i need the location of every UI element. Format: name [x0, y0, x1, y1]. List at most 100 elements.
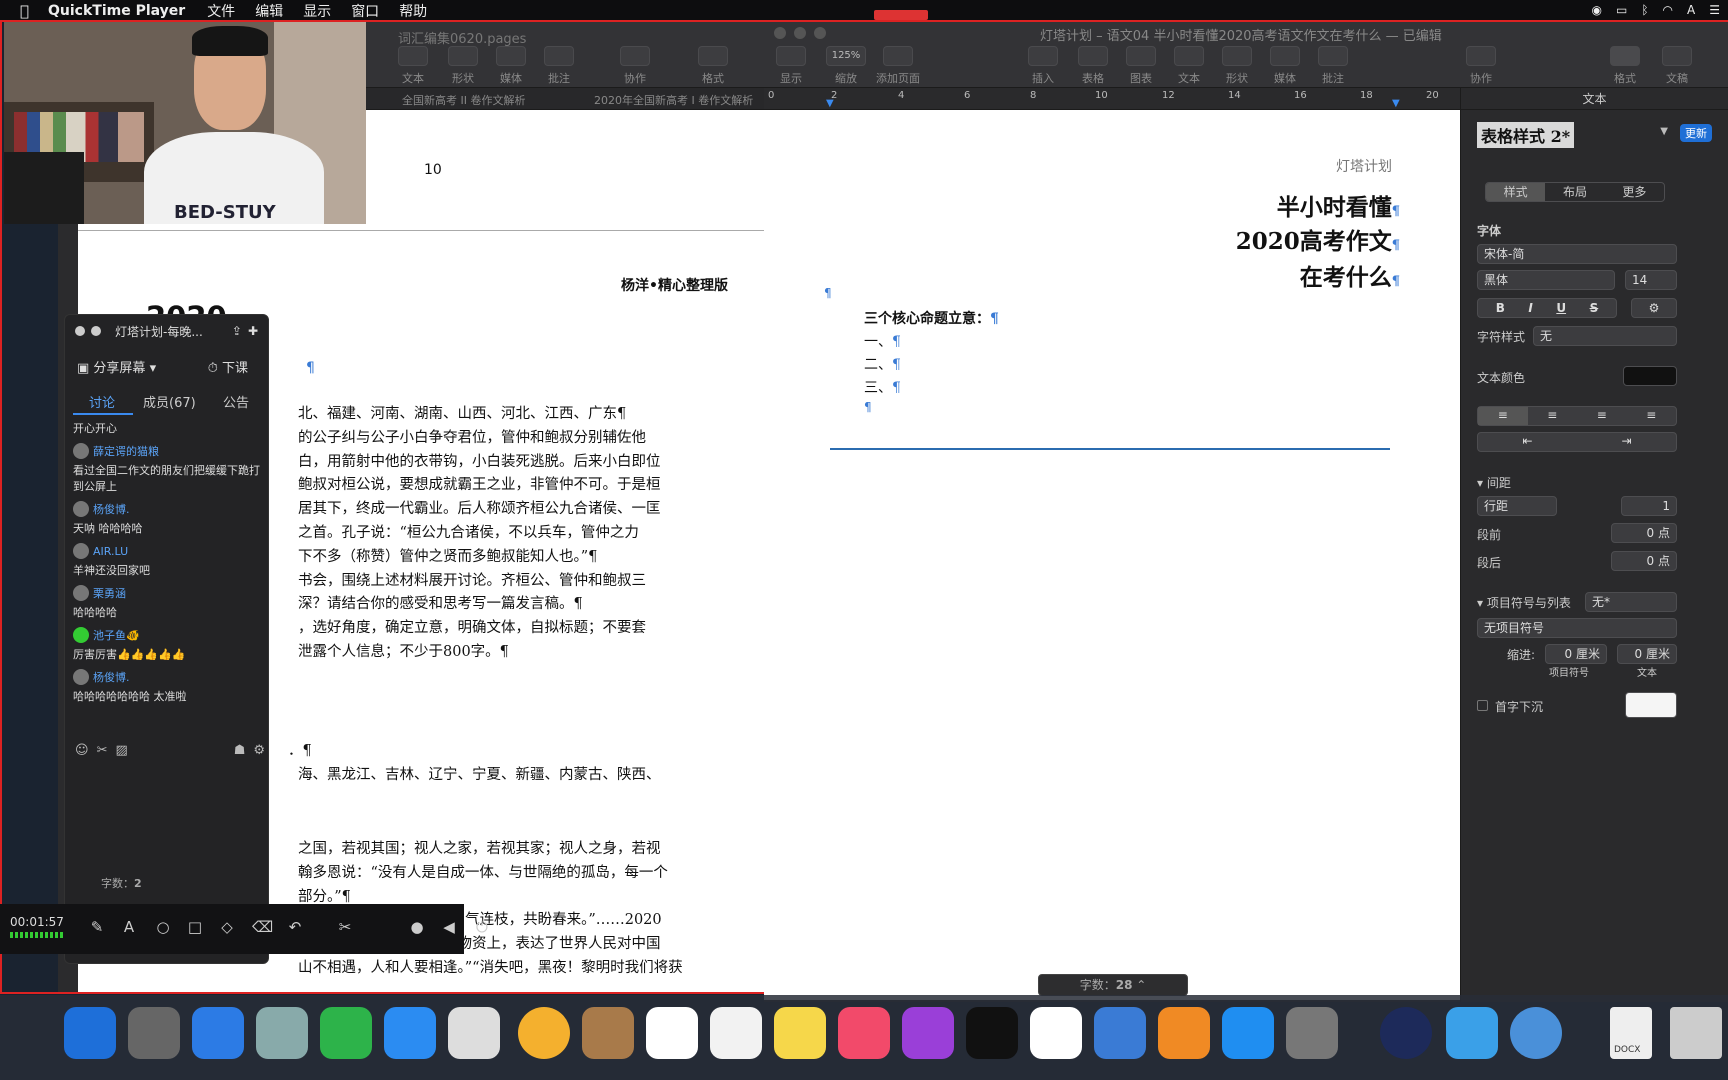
menu-help[interactable]: 帮助: [399, 1, 427, 21]
emoji-icon[interactable]: ☺: [75, 743, 89, 763]
share-screen-button[interactable]: ▣ 分享屏幕 ▾: [77, 357, 156, 376]
bullet-indent-field[interactable]: 0 厘米: [1545, 644, 1607, 664]
tab-layout[interactable]: 布局: [1545, 183, 1604, 201]
gear-icon[interactable]: ⚙: [1631, 298, 1677, 318]
font-size-field[interactable]: 14: [1625, 270, 1677, 290]
reminders-icon[interactable]: [710, 1007, 762, 1059]
webcam-overlay[interactable]: BED-STUY: [4, 22, 366, 224]
bullets-section[interactable]: ▾ 项目符号与列表: [1477, 594, 1571, 611]
message-list[interactable]: 开心开心 薛定谔的猫粮 看过全国二作文的朋友们把缓缓下跪打到公屏上 杨俊博. 天呐 …: [73, 415, 263, 725]
keynote-icon[interactable]: [1094, 1007, 1146, 1059]
font-family-select[interactable]: 宋体-简: [1477, 244, 1677, 264]
share-out-icon[interactable]: ⇪: [232, 324, 242, 338]
text-tool-icon[interactable]: A: [120, 918, 138, 936]
maps-icon[interactable]: [448, 1007, 500, 1059]
space-before-field[interactable]: 0 点: [1611, 523, 1677, 543]
safari-icon[interactable]: [192, 1007, 244, 1059]
shape-button[interactable]: 形状: [448, 46, 478, 86]
avatar[interactable]: [73, 543, 89, 559]
chart-button[interactable]: 图表: [1126, 46, 1156, 86]
quicktime-icon[interactable]: [1380, 1007, 1432, 1059]
add-page-button[interactable]: 添加页面: [876, 46, 920, 86]
facetime-icon[interactable]: [320, 1007, 372, 1059]
media-button[interactable]: 媒体: [1270, 46, 1300, 86]
font-weight-select[interactable]: 黑体: [1477, 270, 1615, 290]
dropcap-style-select[interactable]: [1625, 692, 1677, 718]
avatar[interactable]: [73, 443, 89, 459]
input-method-icon[interactable]: A: [1687, 3, 1695, 17]
text-color-well[interactable]: [1623, 366, 1677, 386]
finder-icon[interactable]: [64, 1007, 116, 1059]
zoom-window-icon[interactable]: [814, 27, 826, 39]
align-right-icon[interactable]: ≡: [1577, 407, 1627, 425]
text-button[interactable]: 文本: [1174, 46, 1204, 86]
apple-icon[interactable]: : [20, 2, 38, 20]
tv-icon[interactable]: [966, 1007, 1018, 1059]
menu-edit[interactable]: 编辑: [255, 1, 283, 21]
text-button[interactable]: 文本: [398, 46, 428, 86]
justify-icon[interactable]: ≡: [1627, 407, 1677, 425]
align-center-icon[interactable]: ≡: [1528, 407, 1578, 425]
trash-icon[interactable]: [1670, 1007, 1722, 1059]
calendar-icon[interactable]: [646, 1007, 698, 1059]
comment-button[interactable]: 批注: [544, 46, 574, 86]
pages-icon[interactable]: [1158, 1007, 1210, 1059]
control-center-icon[interactable]: ☰: [1709, 3, 1720, 17]
underline-button[interactable]: U: [1556, 300, 1566, 316]
tab-more[interactable]: 更多: [1605, 183, 1664, 201]
avatar[interactable]: [73, 669, 89, 685]
tab-1[interactable]: 全国新高考 II 卷作文解析: [402, 92, 525, 108]
dropcap-checkbox[interactable]: [1477, 700, 1488, 711]
circle-icon[interactable]: ○: [154, 918, 172, 936]
photos-icon[interactable]: [518, 1007, 570, 1059]
podcasts-icon[interactable]: [902, 1007, 954, 1059]
format-button[interactable]: 格式: [1610, 46, 1640, 86]
app-store-icon[interactable]: [1222, 1007, 1274, 1059]
bold-button[interactable]: B: [1496, 300, 1505, 316]
update-style-button[interactable]: 更新: [1680, 124, 1712, 142]
tab-members[interactable]: 成员(67): [143, 392, 196, 411]
notes-icon[interactable]: [774, 1007, 826, 1059]
pin-icon[interactable]: ✚: [248, 324, 258, 338]
wifi-icon[interactable]: ◠: [1663, 3, 1673, 17]
eraser-icon[interactable]: ◇: [218, 918, 236, 936]
ruler[interactable]: 0 2 4 6 8 10 12 14 16 18 20 ▼ ▼: [764, 88, 1460, 110]
paragraph-style-name[interactable]: 表格样式 2*: [1477, 122, 1575, 148]
screen-record-icon[interactable]: ◉: [1592, 3, 1602, 17]
view-button[interactable]: 显示: [776, 46, 806, 86]
numbers-icon[interactable]: [1030, 1007, 1082, 1059]
messages-icon[interactable]: [384, 1007, 436, 1059]
avatar[interactable]: [73, 501, 89, 517]
avatar[interactable]: [73, 585, 89, 601]
menu-view[interactable]: 显示: [303, 1, 331, 21]
char-style-select[interactable]: 无: [1533, 326, 1677, 346]
settings-icon[interactable]: ⚙: [253, 743, 265, 763]
pen-icon[interactable]: ✎: [88, 918, 106, 936]
search-app-icon[interactable]: [1510, 1007, 1562, 1059]
tab-style[interactable]: 样式: [1486, 183, 1546, 201]
battery-icon[interactable]: ▭: [1616, 3, 1627, 17]
microphone-icon[interactable]: ●: [408, 918, 426, 936]
close-icon[interactable]: [75, 326, 85, 336]
speaker-icon[interactable]: ◀: [440, 918, 458, 936]
left-indent-marker[interactable]: ▼: [826, 98, 834, 109]
app-name[interactable]: QuickTime Player: [48, 3, 185, 19]
scissors-icon[interactable]: ✂: [336, 918, 354, 936]
mail-icon[interactable]: [256, 1007, 308, 1059]
avatar[interactable]: [73, 627, 89, 643]
trash-icon[interactable]: ⌫: [252, 918, 273, 936]
text-indent-field[interactable]: 0 厘米: [1617, 644, 1677, 664]
insert-button[interactable]: 插入: [1028, 46, 1058, 86]
music-icon[interactable]: [838, 1007, 890, 1059]
contacts-icon[interactable]: [582, 1007, 634, 1059]
launchpad-icon[interactable]: [128, 1007, 180, 1059]
manage-icon[interactable]: ☗: [234, 743, 246, 763]
rectangle-icon[interactable]: □: [186, 918, 204, 936]
format-button[interactable]: 格式: [698, 46, 728, 86]
bullets-select[interactable]: 无*: [1585, 592, 1677, 612]
scissors-icon[interactable]: ✂: [97, 743, 108, 763]
minimize-icon[interactable]: [91, 326, 101, 336]
line-spacing-select[interactable]: 行距: [1477, 496, 1557, 516]
power-icon[interactable]: ⏻: [476, 918, 488, 936]
screen-recorder-icon[interactable]: [1446, 1007, 1498, 1059]
